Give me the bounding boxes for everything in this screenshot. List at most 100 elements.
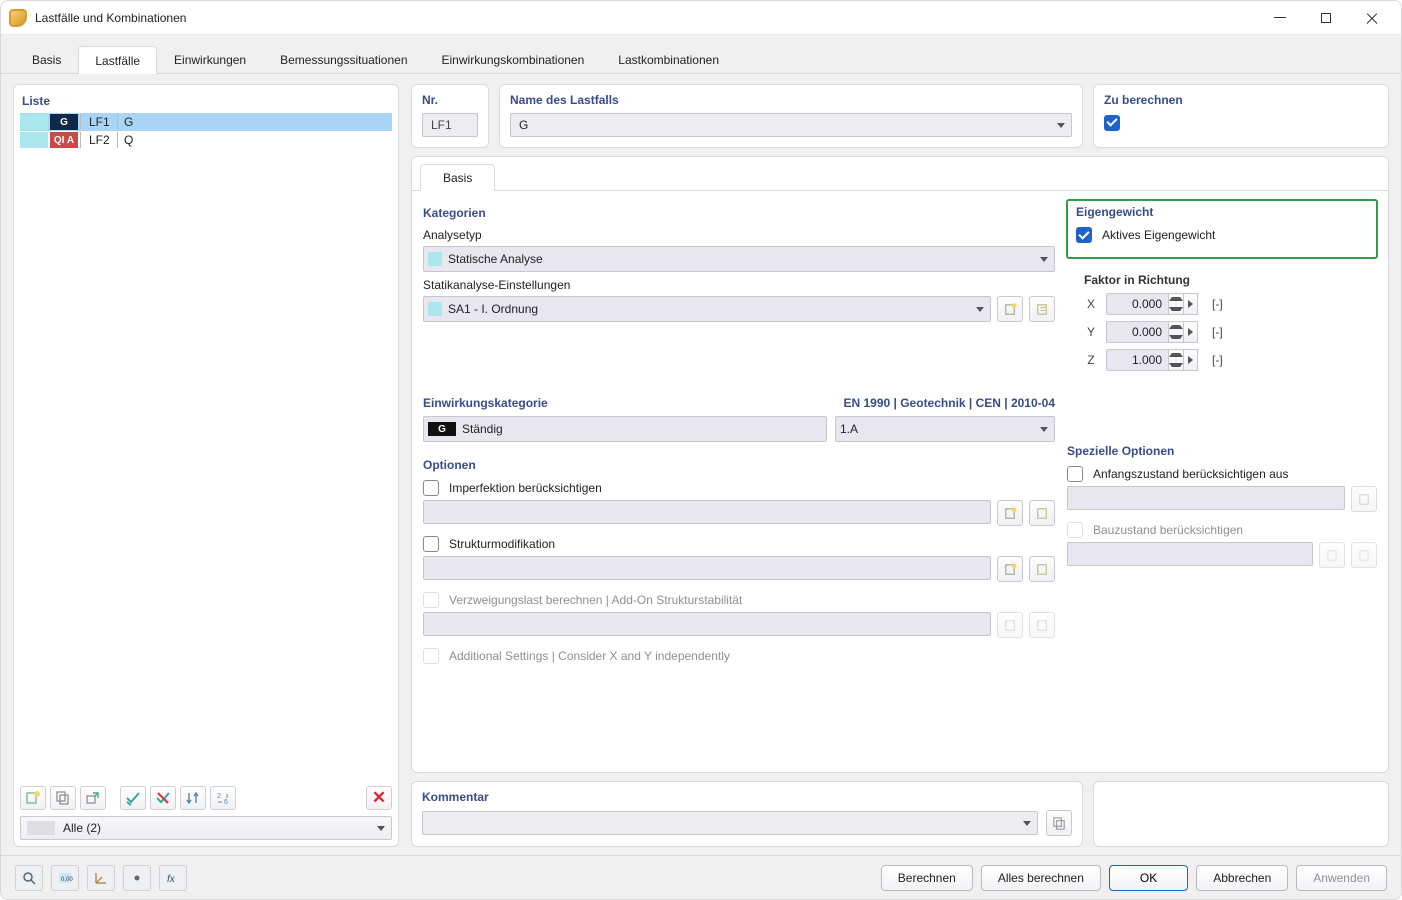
minimize-button[interactable] [1257, 3, 1303, 33]
faktor-x-row: X 0.000 [-] [1084, 293, 1378, 315]
eigengewicht-checkbox[interactable] [1076, 227, 1092, 243]
footer-search-button[interactable] [15, 865, 43, 891]
new-item-button[interactable] [20, 786, 46, 810]
tab-einwirkungen[interactable]: Einwirkungen [157, 45, 263, 73]
analysetyp-dropdown[interactable]: Statische Analyse [423, 246, 1055, 272]
link-item-button[interactable] [80, 786, 106, 810]
loadcase-id: LF2 [83, 133, 115, 147]
detail-panel: Nr. LF1 Name des Lastfalls G Zu berechne… [411, 84, 1389, 847]
verzweigung-slot [423, 612, 991, 636]
footer-dot-button[interactable] [123, 865, 151, 891]
list-toolbar-area: 26 ✕ Alle (2) [20, 784, 392, 840]
faktor-x-spinner[interactable]: 0.000 [1106, 293, 1198, 315]
loadcase-name: Q [120, 133, 392, 147]
analysetyp-chip [428, 252, 442, 266]
ok-button[interactable]: OK [1109, 865, 1188, 891]
struktur-new-button[interactable] [997, 556, 1023, 582]
statik-edit-button[interactable] [1029, 296, 1055, 322]
faktor-y-row: Y 0.000 [-] [1084, 321, 1378, 343]
bau-edit-button [1351, 542, 1377, 568]
bau-new-button [1319, 542, 1345, 568]
imperfektion-new-button[interactable] [997, 500, 1023, 526]
tab-einwirkungskombinationen[interactable]: Einwirkungskombinationen [425, 45, 602, 73]
tab-basis[interactable]: Basis [15, 45, 78, 73]
calc-card: Zu berechnen [1093, 84, 1389, 148]
analysetyp-label: Analysetyp [423, 228, 1055, 242]
ek-code-dropdown[interactable]: 1.A [835, 416, 1055, 442]
kategorien-section: Kategorien Analysetyp Statische Analyse … [422, 199, 1056, 323]
statik-new-button[interactable] [997, 296, 1023, 322]
loadcase-name: G [120, 115, 392, 129]
footer-axes-button[interactable] [87, 865, 115, 891]
footer-units-button[interactable]: 0,00 [51, 865, 79, 891]
spezielle-heading: Spezielle Optionen [1067, 444, 1377, 458]
detail-left-column: Kategorien Analysetyp Statische Analyse … [422, 199, 1056, 762]
spezielle-section: Spezielle Optionen Anfangszustand berück… [1066, 437, 1378, 579]
calc-heading: Zu berechnen [1104, 91, 1378, 113]
detail-body-card: Basis Kategorien Analysetyp Statische An… [411, 156, 1389, 773]
titlebar: Lastfälle und Kombinationen [1, 1, 1401, 35]
checkbox [423, 648, 439, 664]
dialog-footer: 0,00 fx Berechnen Alles berechnen OK Abb… [1, 855, 1401, 899]
verzweigung-edit-button [1029, 612, 1055, 638]
close-button[interactable] [1349, 3, 1395, 33]
select-all-button[interactable] [120, 786, 146, 810]
list-row[interactable]: QI A LF2 Q [20, 131, 392, 149]
einwirkungskategorie-section: Einwirkungskategorie EN 1990 | Geotechni… [422, 389, 1056, 443]
kommentar-edit-button[interactable] [1046, 810, 1072, 836]
delete-item-button[interactable]: ✕ [366, 786, 392, 810]
loadcase-color-swatch [20, 132, 48, 148]
tab-lastkombinationen[interactable]: Lastkombinationen [601, 45, 736, 73]
statik-chip [428, 302, 442, 316]
kommentar-input[interactable] [422, 811, 1038, 835]
struktur-edit-button[interactable] [1029, 556, 1055, 582]
name-input[interactable]: G [510, 113, 1072, 137]
optionen-section: Optionen Imperfektion berücksichtigen [422, 451, 1056, 667]
content-area: Liste G LF1 G QI A LF2 Q [1, 74, 1401, 855]
imperfektion-slot [423, 500, 991, 524]
svg-text:0,00: 0,00 [61, 877, 73, 883]
checkbox[interactable] [423, 480, 439, 496]
opt-anfangszustand[interactable]: Anfangszustand berücksichtigen aus [1067, 466, 1377, 482]
anfang-edit-button [1351, 486, 1377, 512]
copy-item-button[interactable] [50, 786, 76, 810]
tab-bemessungssituationen[interactable]: Bemessungssituationen [263, 45, 424, 73]
deselect-all-button[interactable] [150, 786, 176, 810]
chevron-down-icon [1040, 257, 1048, 262]
detail-header-row: Nr. LF1 Name des Lastfalls G Zu berechne… [411, 84, 1389, 148]
abbrechen-button[interactable]: Abbrechen [1196, 865, 1288, 891]
faktor-y-spinner[interactable]: 0.000 [1106, 321, 1198, 343]
alles-berechnen-button[interactable]: Alles berechnen [981, 865, 1101, 891]
inner-tab-basis[interactable]: Basis [420, 164, 495, 191]
nr-card: Nr. LF1 [411, 84, 489, 148]
opt-imperfektion[interactable]: Imperfektion berücksichtigen [423, 480, 1055, 496]
renumber-button[interactable]: 26 [210, 786, 236, 810]
tab-lastfaelle[interactable]: Lastfälle [78, 46, 157, 74]
ek-category-dropdown[interactable]: G Ständig [423, 416, 827, 442]
list-filter-dropdown[interactable]: Alle (2) [20, 816, 392, 840]
maximize-button[interactable] [1303, 3, 1349, 33]
faktor-section: Faktor in Richtung X 0.000 [-] [1066, 267, 1378, 377]
verzweigung-new-button [997, 612, 1023, 638]
faktor-z-row: Z 1.000 [-] [1084, 349, 1378, 371]
calc-checkbox[interactable] [1104, 115, 1120, 131]
filter-label: Alle (2) [63, 821, 101, 835]
statik-dropdown[interactable]: SA1 - I. Ordnung [423, 296, 991, 322]
checkbox [423, 592, 439, 608]
imperfektion-edit-button[interactable] [1029, 500, 1055, 526]
faktor-z-spinner[interactable]: 1.000 [1106, 349, 1198, 371]
filter-swatch [27, 821, 55, 835]
footer-fx-button[interactable]: fx [159, 865, 187, 891]
checkbox[interactable] [423, 536, 439, 552]
anfang-slot [1067, 486, 1345, 510]
sort-button[interactable] [180, 786, 206, 810]
list-row[interactable]: G LF1 G [20, 113, 392, 131]
eigengewicht-active-row[interactable]: Aktives Eigengewicht [1076, 227, 1368, 243]
opt-struktur[interactable]: Strukturmodifikation [423, 536, 1055, 552]
comment-row: Kommentar [411, 781, 1389, 847]
kommentar-heading: Kommentar [422, 788, 1072, 810]
berechnen-button[interactable]: Berechnen [881, 865, 973, 891]
checkbox[interactable] [1067, 466, 1083, 482]
chevron-down-icon [1040, 427, 1048, 432]
nr-value: LF1 [422, 113, 478, 137]
